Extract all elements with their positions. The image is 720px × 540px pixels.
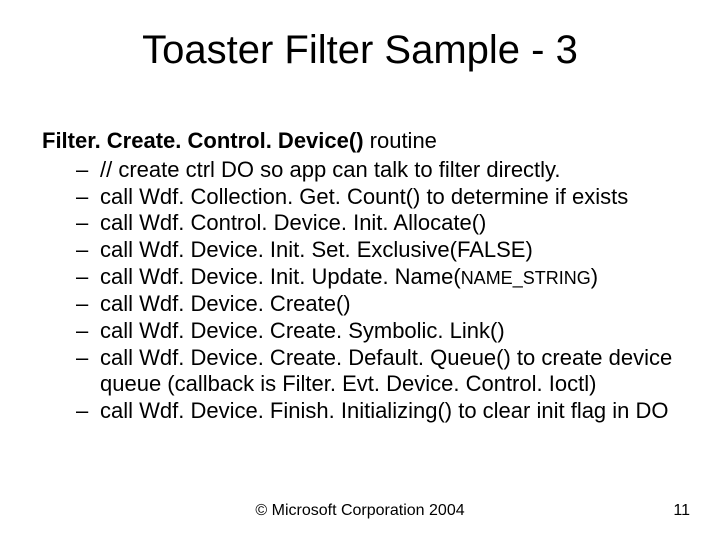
footer-copyright: © Microsoft Corporation 2004: [0, 502, 720, 520]
item-text: call Wdf. Device. Finish. Initializing()…: [100, 398, 669, 423]
slide-body: Filter. Create. Control. Device() routin…: [42, 128, 678, 425]
slide: Toaster Filter Sample - 3 Filter. Create…: [0, 0, 720, 540]
list-item: call Wdf. Device. Create(): [82, 291, 678, 318]
item-small: NAME_STRING: [461, 268, 591, 288]
item-text: call Wdf. Device. Create. Symbolic. Link…: [100, 318, 505, 343]
item-text: call Wdf. Device. Init. Set. Exclusive(F…: [100, 237, 533, 262]
item-text: call Wdf. Control. Device. Init. Allocat…: [100, 210, 486, 235]
lead-rest: routine: [364, 128, 437, 153]
item-prefix: call Wdf. Device. Init. Update. Name(: [100, 264, 461, 289]
lead-bold: Filter. Create. Control. Device(): [42, 128, 364, 153]
item-text: call Wdf. Device. Create. Default. Queue…: [100, 345, 672, 397]
list-item: call Wdf. Control. Device. Init. Allocat…: [82, 210, 678, 237]
list-item: call Wdf. Device. Create. Default. Queue…: [82, 345, 678, 399]
list-item: call Wdf. Collection. Get. Count() to de…: [82, 184, 678, 211]
list-item: // create ctrl DO so app can talk to fil…: [82, 157, 678, 184]
item-text: call Wdf. Collection. Get. Count() to de…: [100, 184, 628, 209]
list-item: call Wdf. Device. Init. Update. Name(NAM…: [82, 264, 678, 291]
list-item: call Wdf. Device. Create. Symbolic. Link…: [82, 318, 678, 345]
slide-title: Toaster Filter Sample - 3: [0, 28, 720, 73]
list-item: call Wdf. Device. Finish. Initializing()…: [82, 398, 678, 425]
item-text: // create ctrl DO so app can talk to fil…: [100, 157, 561, 182]
footer-page-number: 11: [673, 502, 690, 520]
bullet-list: // create ctrl DO so app can talk to fil…: [42, 157, 678, 425]
lead-line: Filter. Create. Control. Device() routin…: [42, 128, 678, 155]
item-suffix: ): [591, 264, 598, 289]
list-item: call Wdf. Device. Init. Set. Exclusive(F…: [82, 237, 678, 264]
item-text: call Wdf. Device. Create(): [100, 291, 351, 316]
